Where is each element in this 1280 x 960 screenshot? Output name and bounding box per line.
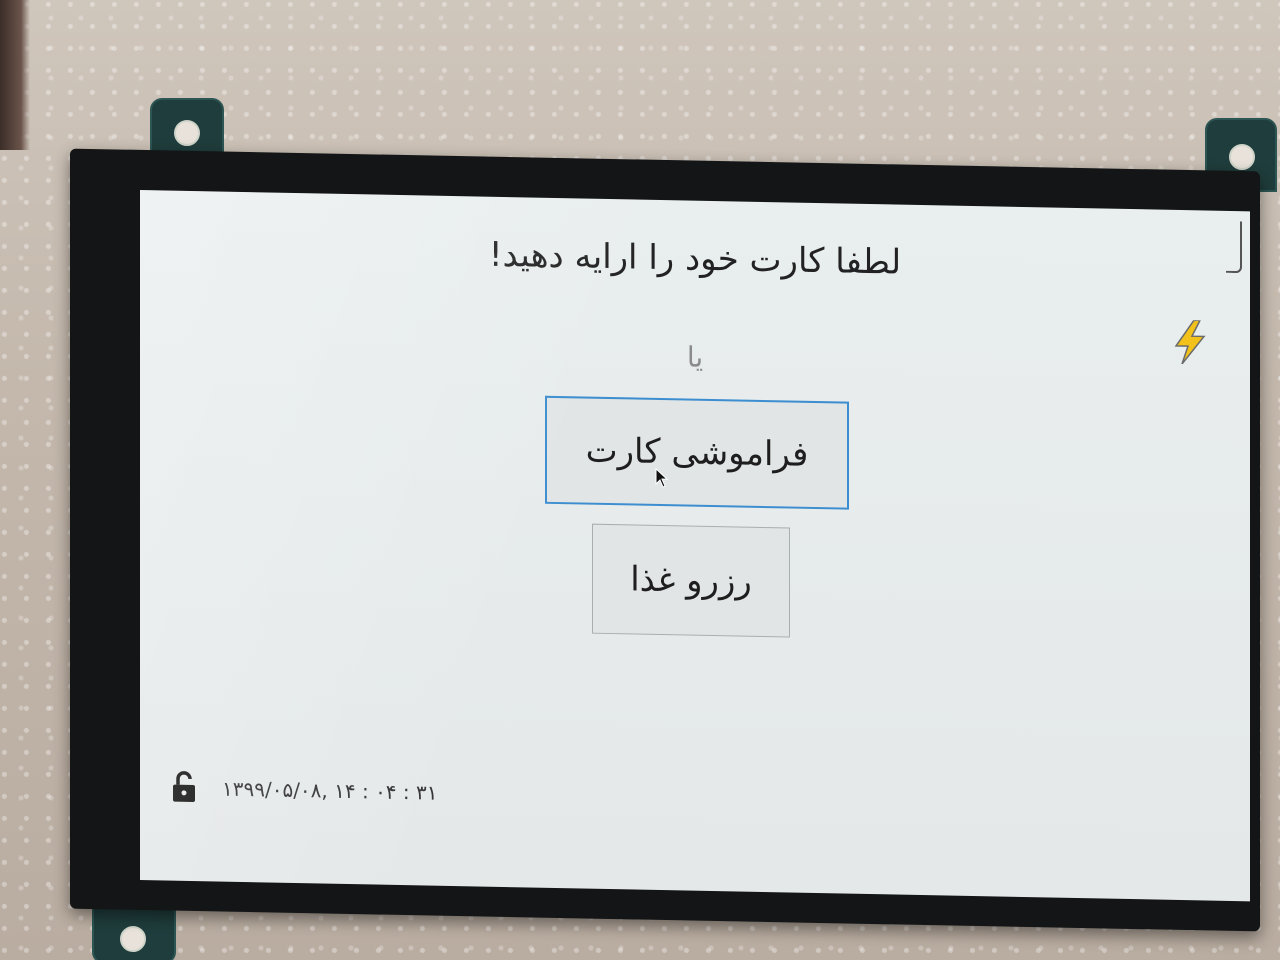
unlocked-padlock-icon[interactable] <box>170 771 198 804</box>
reserve-food-button[interactable]: رزرو غذا <box>592 523 790 638</box>
mouse-pointer-icon <box>655 467 669 488</box>
kiosk-screen: لطفا کارت خود را ارایه دهید! یا فراموشی … <box>140 190 1250 902</box>
datetime-readout: ۱۳۹۹/۰۵/۰۸, ۱۴ : ۰۴ : ۳۱ <box>222 776 438 805</box>
page-title: لطفا کارت خود را ارایه دهید! <box>488 234 902 283</box>
forgot-card-button[interactable]: فراموشی کارت <box>545 395 849 510</box>
background-shadow <box>0 0 30 150</box>
or-label: یا <box>686 340 704 374</box>
